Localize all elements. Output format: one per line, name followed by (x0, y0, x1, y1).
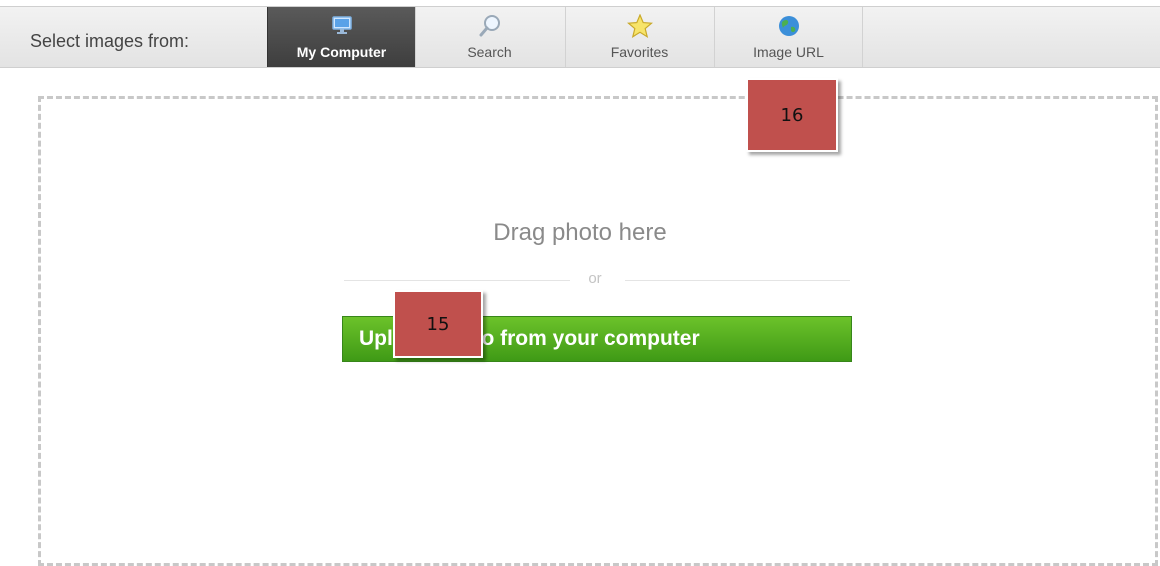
tab-image-url[interactable]: Image URL (714, 7, 862, 67)
badge-number: 15 (426, 313, 450, 335)
globe-icon (777, 14, 801, 38)
tab-label: Favorites (610, 44, 669, 60)
drag-photo-text: Drag photo here (493, 219, 667, 246)
image-source-toolbar: Select images from: My Computer Search F… (0, 6, 1160, 68)
or-divider-left (344, 280, 570, 281)
badge-number: 16 (780, 104, 804, 126)
tab-label: Image URL (753, 44, 824, 60)
star-icon (626, 14, 653, 38)
or-divider-right (625, 280, 850, 281)
tab-label: Search (467, 44, 512, 60)
tab-favorites[interactable]: Favorites (565, 7, 713, 67)
tab-label: My Computer (296, 44, 387, 60)
magnifier-icon (478, 14, 502, 38)
annotation-badge-15: 15 (393, 290, 483, 358)
tab-my-computer[interactable]: My Computer (267, 7, 415, 67)
or-text: or (588, 270, 602, 287)
annotation-badge-16: 16 (746, 78, 838, 152)
tab-search[interactable]: Search (415, 7, 563, 67)
select-images-label: Select images from: (30, 31, 190, 51)
tab-divider (862, 7, 863, 67)
monitor-icon (331, 14, 353, 38)
